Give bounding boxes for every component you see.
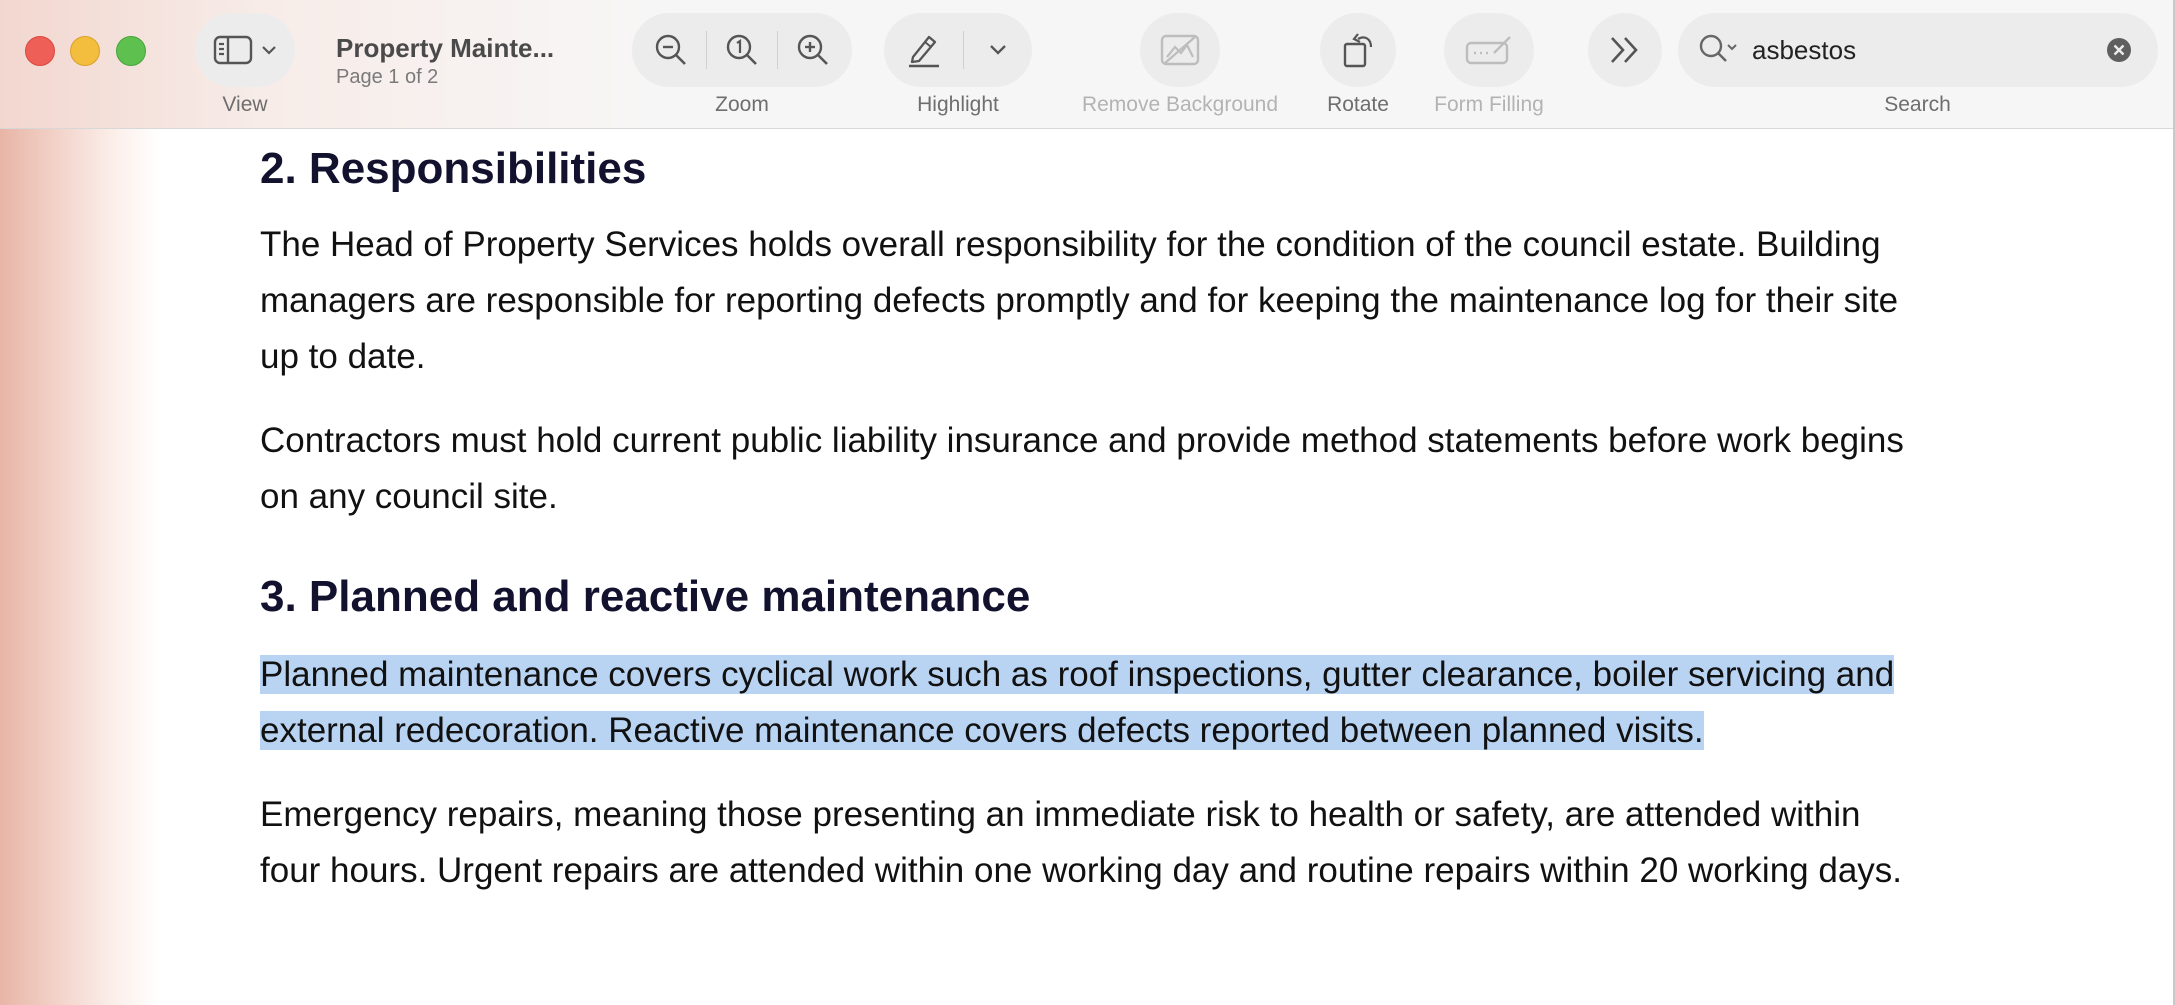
form-filling-label: Form Filling bbox=[1434, 93, 1544, 116]
form-filling-button[interactable] bbox=[1444, 13, 1534, 87]
document-content: 2. Responsibilities The Head of Property… bbox=[260, 129, 1920, 899]
view-label: View bbox=[222, 93, 268, 116]
highlighter-pen-icon bbox=[905, 31, 943, 69]
highlight-control bbox=[884, 13, 1032, 87]
search-icon[interactable] bbox=[1698, 33, 1740, 67]
view-button[interactable] bbox=[195, 13, 295, 87]
double-chevron-right-icon bbox=[1608, 35, 1642, 65]
search-input[interactable] bbox=[1752, 30, 2082, 70]
sidebar-icon bbox=[213, 34, 253, 66]
zoom-out-button[interactable] bbox=[636, 13, 706, 87]
paragraph-emergency-repairs: Emergency repairs, meaning those present… bbox=[260, 795, 1903, 890]
page-indicator: Page 1 of 2 bbox=[336, 66, 439, 88]
chevron-down-icon bbox=[989, 44, 1007, 56]
document-title: Property Mainte... bbox=[336, 33, 555, 63]
zoom-label: Zoom bbox=[715, 93, 769, 116]
more-tools-button[interactable] bbox=[1588, 13, 1662, 87]
highlight-options-button[interactable] bbox=[964, 13, 1032, 87]
clear-search-icon[interactable] bbox=[2106, 37, 2132, 63]
highlight-button[interactable] bbox=[885, 13, 963, 87]
zoom-out-icon bbox=[654, 33, 688, 67]
paragraph-responsibilities-1: The Head of Property Services holds over… bbox=[260, 225, 1899, 376]
chevron-down-icon bbox=[261, 45, 277, 55]
section-heading-maintenance: 3. Planned and reactive maintenance bbox=[260, 572, 1031, 621]
remove-background-button[interactable] bbox=[1140, 13, 1220, 87]
selected-text[interactable]: Planned maintenance covers cyclical work… bbox=[260, 655, 1895, 750]
search-field[interactable] bbox=[1678, 13, 2158, 87]
remove-background-icon bbox=[1159, 33, 1201, 67]
rotate-button[interactable] bbox=[1320, 13, 1396, 87]
paragraph-maintenance-selected: Planned maintenance covers cyclical work… bbox=[260, 647, 1920, 759]
zoom-window-button[interactable] bbox=[116, 36, 146, 66]
zoom-control bbox=[632, 13, 852, 87]
minimize-window-button[interactable] bbox=[70, 36, 100, 66]
form-filling-icon bbox=[1464, 33, 1514, 67]
document-page[interactable]: 2. Responsibilities The Head of Property… bbox=[0, 129, 2173, 1005]
close-window-button[interactable] bbox=[25, 36, 55, 66]
zoom-in-button[interactable] bbox=[778, 13, 848, 87]
actual-size-button[interactable] bbox=[707, 13, 777, 87]
paragraph-responsibilities-2: Contractors must hold current public lia… bbox=[260, 421, 1904, 516]
rotate-icon bbox=[1339, 31, 1377, 69]
zoom-in-icon bbox=[796, 33, 830, 67]
section-heading-responsibilities: 2. Responsibilities bbox=[260, 144, 647, 193]
remove-background-label: Remove Background bbox=[1081, 93, 1279, 116]
search-label: Search bbox=[1884, 93, 1951, 116]
actual-size-icon bbox=[725, 33, 759, 67]
rotate-label: Rotate bbox=[1327, 93, 1389, 116]
highlight-label: Highlight bbox=[917, 93, 999, 116]
toolbar: View Property Mainte... Page 1 of 2 Zoom… bbox=[0, 0, 2173, 129]
